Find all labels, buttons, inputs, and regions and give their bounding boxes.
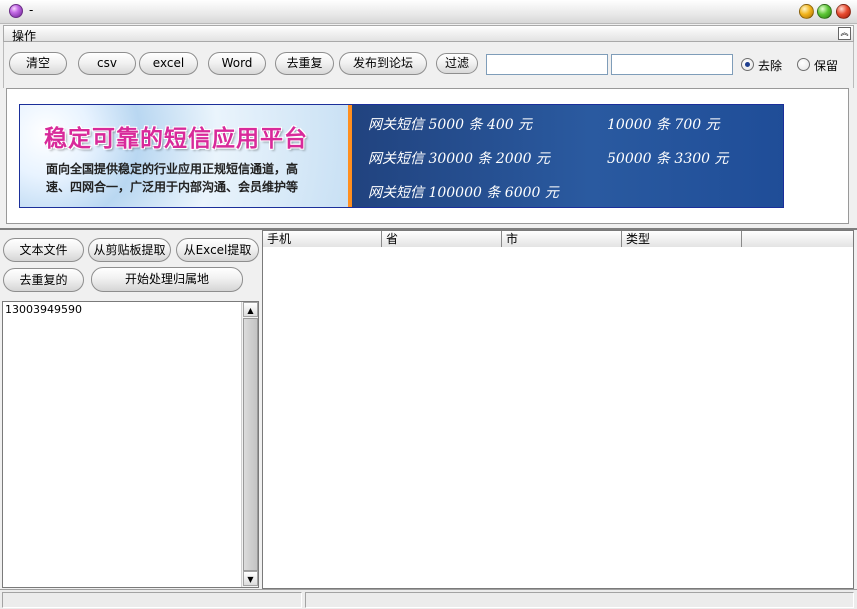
csv-button[interactable]: csv [78,52,136,75]
price-100000: 网关短信 100000 条 6000 元 [368,185,559,201]
keep-radio[interactable] [797,58,810,71]
keep-radio-label: 保留 [814,59,839,73]
toolbar: 清空 csv excel Word 去重复 发布到论坛 过滤 去除 保留 [3,42,854,88]
column-header-province[interactable]: 省 [382,231,502,247]
banner-right-panel: 网关短信 5000 条 400 元 10000 条 700 元 网关短信 300… [352,105,783,207]
word-button[interactable]: Word [208,52,266,75]
status-cell-1 [2,592,302,608]
results-grid[interactable]: 手机 省 市 类型 [262,230,854,589]
banner-desc-line2: 速、四网合一，广泛用于内部沟通、会员维护等 [46,180,299,194]
dedupe-button[interactable]: 去重复 [275,52,334,75]
status-cell-2 [305,592,854,608]
price-50000: 50000 条 3300 元 [607,151,729,167]
from-clipboard-button[interactable]: 从剪贴板提取 [88,238,171,262]
close-icon[interactable] [836,4,851,19]
filter-input-1[interactable] [486,54,608,75]
price-5000: 网关短信 5000 条 400 元 [368,117,533,133]
dedupe-list-button[interactable]: 去重复的 [3,268,84,292]
banner-desc-line1: 面向全国提供稳定的行业应用正规短信通道，高 [46,162,299,176]
vertical-scrollbar[interactable]: ▲ ▼ [241,302,258,587]
process-location-button[interactable]: 开始处理归属地 [91,267,243,292]
column-header-type[interactable]: 类型 [622,231,742,247]
banner-headline: 稳定可靠的短信应用平台 [44,125,308,152]
operations-panel-header: 操作 ︽ [3,25,854,43]
excel-button[interactable]: excel [139,52,198,75]
clear-button[interactable]: 清空 [9,52,67,75]
scroll-thumb[interactable] [243,318,258,571]
filter-button[interactable]: 过滤 [436,53,478,74]
from-excel-button[interactable]: 从Excel提取 [176,238,259,262]
price-30000: 网关短信 30000 条 2000 元 [368,151,550,167]
remove-radio-label: 去除 [758,59,783,73]
title-bar: - [0,0,857,24]
status-bar [0,589,857,609]
ad-banner-frame: 稳定可靠的短信应用平台 面向全国提供稳定的行业应用正规短信通道，高 速、四网合一… [6,88,849,224]
minimize-icon[interactable] [799,4,814,19]
maximize-icon[interactable] [817,4,832,19]
grid-header: 手机 省 市 类型 [263,231,853,247]
app-orb-icon [9,4,23,18]
column-header-filler [742,231,853,247]
publish-forum-button[interactable]: 发布到论坛 [339,52,427,75]
column-header-city[interactable]: 市 [502,231,622,247]
collapse-icon[interactable]: ︽ [838,27,851,40]
scroll-up-icon[interactable]: ▲ [243,302,258,317]
scroll-down-icon[interactable]: ▼ [243,571,258,586]
remove-radio[interactable] [741,58,754,71]
price-10000: 10000 条 700 元 [607,117,720,133]
textarea-content: 13003949590 [5,303,82,316]
column-header-phone[interactable]: 手机 [263,231,382,247]
left-pane: 文本文件 从剪贴板提取 从Excel提取 去重复的 开始处理归属地 130039… [0,230,261,589]
text-file-button[interactable]: 文本文件 [3,238,84,262]
banner-left-panel: 稳定可靠的短信应用平台 面向全国提供稳定的行业应用正规短信通道，高 速、四网合一… [20,105,348,207]
window-title: - [29,3,34,17]
phone-number-textarea[interactable]: 13003949590 ▲ ▼ [2,301,259,588]
filter-input-2[interactable] [611,54,733,75]
ad-banner[interactable]: 稳定可靠的短信应用平台 面向全国提供稳定的行业应用正规短信通道，高 速、四网合一… [19,104,784,208]
